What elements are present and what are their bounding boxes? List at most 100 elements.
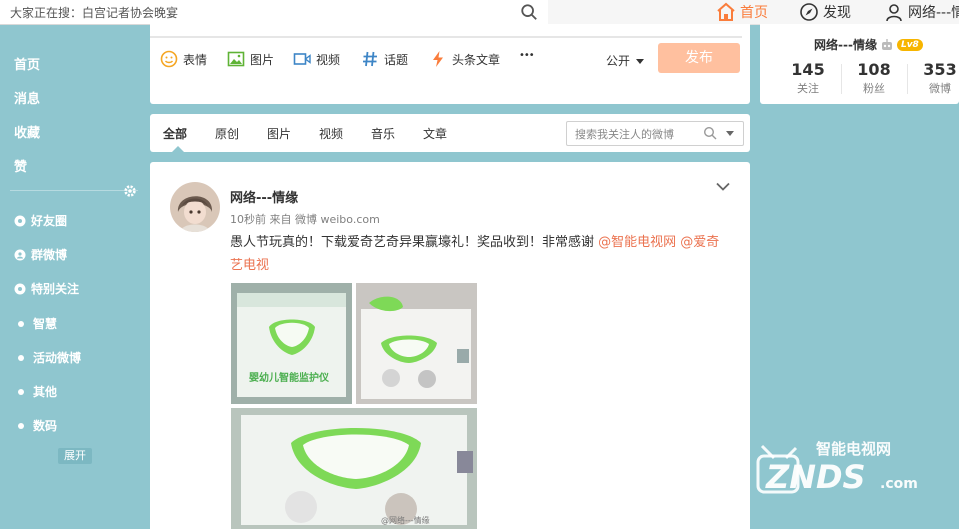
nav-user[interactable]: 网络---情 xyxy=(884,2,959,22)
emoji-button[interactable]: 表情 xyxy=(160,50,207,68)
publish-button[interactable]: 发布 xyxy=(658,43,740,73)
stat-weibo-count[interactable]: 353 xyxy=(910,60,959,79)
eye-icon xyxy=(14,215,26,226)
bullet-icon xyxy=(18,422,24,429)
nav-home-label: 首页 xyxy=(740,5,768,21)
expand-button[interactable]: 展开 xyxy=(58,448,92,464)
tool-label: 图片 xyxy=(250,52,275,67)
sidebar-item-group-weibo[interactable]: 群微博 xyxy=(14,246,67,263)
sidebar-list-item[interactable]: 数码 xyxy=(14,417,57,434)
sidebar-item-friends-circle[interactable]: 好友圈 xyxy=(14,212,67,229)
video-icon xyxy=(293,53,311,65)
post-text: 愚人节玩真的！下载爱奇艺奇异果赢壕礼！奖品收到！非常感谢 xyxy=(230,235,599,250)
mention-link[interactable]: @智能电视网 xyxy=(598,235,676,250)
post-photo-grid[interactable]: 婴幼儿智能监护仪 @网络---情缘 xyxy=(231,283,477,529)
bullet-icon xyxy=(18,388,24,395)
sidebar-item-likes[interactable]: 赞 xyxy=(14,156,27,175)
tab-all[interactable]: 全部 xyxy=(163,125,187,142)
visibility-label: 公开 xyxy=(606,54,631,68)
sidebar-list-item[interactable]: 活动微博 xyxy=(14,349,81,366)
image-button[interactable]: 图片 xyxy=(227,50,274,68)
post-author[interactable]: 网络---情缘 xyxy=(230,187,298,206)
tab-articles[interactable]: 文章 xyxy=(423,125,447,142)
sidebar-divider xyxy=(10,190,138,191)
user-icon xyxy=(886,4,902,22)
level-badge[interactable]: Lv8 xyxy=(896,38,923,51)
znds-watermark-logo: 智能电视网 ZNDS .com xyxy=(756,440,918,496)
tool-label: 视频 xyxy=(316,52,341,67)
feed-search-input[interactable]: 搜索我关注人的微博 xyxy=(566,121,744,146)
sidebar-item-favorites[interactable]: 收藏 xyxy=(14,122,40,141)
topic-button[interactable]: 话题 xyxy=(361,50,408,68)
stat-fans-label: 粉丝 xyxy=(863,82,885,95)
active-tab-indicator xyxy=(172,146,184,152)
post-meta: 10秒前 来自 微博 weibo.com xyxy=(230,213,380,226)
nav-user-label: 网络---情 xyxy=(908,5,959,21)
profile-name-text: 网络---情缘 xyxy=(814,38,877,52)
eye-icon xyxy=(14,283,26,294)
post-photo[interactable]: 婴幼儿智能监护仪 xyxy=(231,283,352,404)
bullet-icon xyxy=(18,320,24,327)
stat-fans-count[interactable]: 108 xyxy=(844,60,904,79)
post-photo[interactable] xyxy=(356,283,477,404)
sidebar-item-home[interactable]: 首页 xyxy=(14,54,40,73)
composer-textarea-edge[interactable] xyxy=(150,36,742,38)
sidebar-item-label: 特别关注 xyxy=(31,282,80,296)
sidebar-item-label: 活动微博 xyxy=(33,351,82,365)
post-composer: 表情 图片 视频 话题 头条文章 ••• 公开 发布 xyxy=(150,24,750,104)
svg-text:@网络---情缘: @网络---情缘 xyxy=(381,515,430,525)
feed-post-card: 网络---情缘 10秒前 来自 微博 weibo.com 愚人节玩真的！下载爱奇… xyxy=(150,162,750,529)
tool-label: 头条文章 xyxy=(452,52,501,67)
video-button[interactable]: 视频 xyxy=(293,50,340,68)
sidebar-item-messages[interactable]: 消息 xyxy=(14,88,40,107)
image-icon xyxy=(227,51,245,67)
watermark-brand-text: ZNDS xyxy=(765,458,866,496)
gear-icon[interactable] xyxy=(123,184,137,198)
stat-divider xyxy=(907,64,908,94)
avatar[interactable] xyxy=(170,182,220,232)
top-bar: 大家正在搜：白宫记者协会晚宴 首页 发现 网络---情 xyxy=(0,0,959,25)
tab-pictures[interactable]: 图片 xyxy=(267,125,291,142)
smiley-icon xyxy=(160,50,178,68)
stat-divider xyxy=(841,64,842,94)
sidebar-item-special-follow[interactable]: 特别关注 xyxy=(14,280,79,297)
chevron-down-icon xyxy=(635,59,644,64)
feed-filter-bar: 全部 原创 图片 视频 音乐 文章 搜索我关注人的微博 xyxy=(150,114,750,152)
lightning-icon xyxy=(433,51,443,67)
search-icon[interactable] xyxy=(520,3,538,21)
global-search-input[interactable]: 大家正在搜：白宫记者协会晚宴 xyxy=(0,0,548,25)
nav-discover[interactable]: 发现 xyxy=(799,2,851,22)
sidebar-list-item[interactable]: 其他 xyxy=(14,383,57,400)
watermark-top-text: 智能电视网 xyxy=(816,440,891,458)
people-icon xyxy=(14,249,26,260)
sidebar-item-label: 其他 xyxy=(33,385,58,399)
visibility-dropdown[interactable]: 公开 xyxy=(606,52,644,69)
profile-name[interactable]: 网络---情缘 Lv8 xyxy=(814,36,923,53)
home-icon xyxy=(717,2,735,21)
stat-following-count[interactable]: 145 xyxy=(778,60,838,79)
tab-music[interactable]: 音乐 xyxy=(371,125,395,142)
post-content: 愚人节玩真的！下载爱奇艺奇异果赢壕礼！奖品收到！非常感谢 @智能电视网 @爱奇艺… xyxy=(230,231,730,277)
tool-label: 表情 xyxy=(183,52,208,67)
watermark-suffix-text: .com xyxy=(880,476,918,492)
post-photo[interactable]: @网络---情缘 xyxy=(231,408,477,529)
profile-card: 网络---情缘 Lv8 145 关注 108 粉丝 353 微博 xyxy=(760,24,959,104)
stat-following-label: 关注 xyxy=(797,82,819,95)
chevron-down-icon[interactable] xyxy=(726,131,734,136)
tab-original[interactable]: 原创 xyxy=(215,125,239,142)
headline-article-button[interactable]: 头条文章 xyxy=(429,50,500,68)
bullet-icon xyxy=(18,354,24,361)
sidebar-item-label: 群微博 xyxy=(31,248,68,262)
tool-label: 话题 xyxy=(384,52,409,67)
more-button[interactable]: ••• xyxy=(519,50,535,61)
search-icon[interactable] xyxy=(703,126,717,140)
sidebar-item-label: 智慧 xyxy=(33,317,58,331)
sidebar-item-label: 好友圈 xyxy=(31,214,68,228)
photo-caption: 婴幼儿智能监护仪 xyxy=(249,371,330,384)
search-hot-text: 大家正在搜：白宫记者协会晚宴 xyxy=(10,6,179,20)
stat-weibo-label: 微博 xyxy=(929,82,951,95)
tab-videos[interactable]: 视频 xyxy=(319,125,343,142)
chevron-down-icon[interactable] xyxy=(716,182,730,192)
sidebar-list-item[interactable]: 智慧 xyxy=(14,315,57,332)
nav-home[interactable]: 首页 xyxy=(716,2,768,22)
